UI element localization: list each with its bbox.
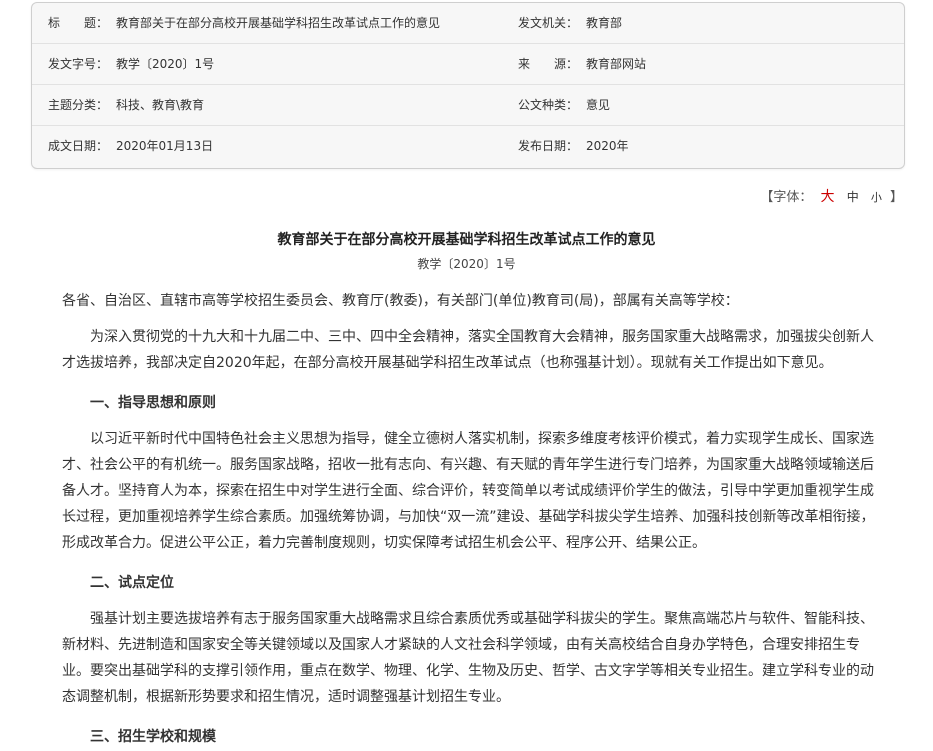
- font-size-small-link[interactable]: 小: [871, 191, 882, 204]
- metadata-value-category: 科技、教育\教育: [116, 98, 205, 112]
- metadata-label: 成文日期：: [48, 139, 109, 153]
- intro-paragraph: 为深入贯彻党的十九大和十九届二中、三中、四中全会精神，落实全国教育大会精神，服务…: [62, 329, 874, 371]
- metadata-label: 公文种类：: [518, 98, 579, 112]
- section-1-paragraph: 以习近平新时代中国特色社会主义思想为指导，健全立德树人落实机制，探索多维度考核评…: [62, 431, 875, 551]
- font-size-large-link[interactable]: 大: [821, 189, 835, 205]
- metadata-row-title: 标 题： 教育部关于在部分高校开展基础学科招生改革试点工作的意见 发文机关： 教…: [32, 3, 904, 44]
- metadata-value-publish-date: 2020年: [586, 139, 629, 153]
- metadata-label: 发布日期：: [518, 139, 579, 153]
- font-size-bracket-close: 】: [889, 190, 903, 205]
- font-size-control: 【字体： 大 中 小 】: [760, 186, 903, 206]
- metadata-row-number: 发文字号： 教学〔2020〕1号 来 源： 教育部网站: [32, 44, 904, 85]
- metadata-label: 标 题：: [48, 16, 109, 30]
- metadata-row-category: 主题分类： 科技、教育\教育 公文种类： 意见: [32, 85, 904, 126]
- section-heading-1: 一、指导思想和原则: [90, 395, 216, 411]
- metadata-label: 发文机关：: [518, 16, 579, 30]
- metadata-value-doc-type: 意见: [586, 98, 611, 112]
- document-body: 各省、自治区、直辖市高等学校招生委员会、教育厅(教委)，有关部门(单位)教育司(…: [62, 288, 882, 750]
- font-size-label: 【字体：: [760, 190, 813, 205]
- metadata-value-number: 教学〔2020〕1号: [116, 57, 215, 71]
- section-2-paragraph: 强基计划主要选拔培养有志于服务国家重大战略需求且综合素质优秀或基础学科拔尖的学生…: [62, 611, 874, 705]
- metadata-label: 发文字号：: [48, 57, 109, 71]
- font-size-medium-link[interactable]: 中: [847, 190, 859, 204]
- metadata-value-issuer: 教育部: [586, 16, 623, 30]
- metadata-label: 来 源：: [518, 57, 579, 71]
- section-heading-3: 三、招生学校和规模: [90, 729, 216, 745]
- salutation: 各省、自治区、直辖市高等学校招生委员会、教育厅(教委)，有关部门(单位)教育司(…: [62, 293, 739, 309]
- metadata-value-title: 教育部关于在部分高校开展基础学科招生改革试点工作的意见: [116, 16, 441, 30]
- document-number: 教学〔2020〕1号: [417, 257, 516, 271]
- metadata-value-written-date: 2020年01月13日: [116, 139, 214, 153]
- document-metadata-panel: 标 题： 教育部关于在部分高校开展基础学科招生改革试点工作的意见 发文机关： 教…: [31, 2, 905, 169]
- document-title: 教育部关于在部分高校开展基础学科招生改革试点工作的意见: [277, 232, 656, 248]
- metadata-label: 主题分类：: [48, 98, 109, 112]
- section-heading-2: 二、试点定位: [90, 575, 174, 591]
- metadata-row-dates: 成文日期： 2020年01月13日 发布日期： 2020年: [32, 126, 904, 167]
- metadata-value-source: 教育部网站: [586, 57, 647, 71]
